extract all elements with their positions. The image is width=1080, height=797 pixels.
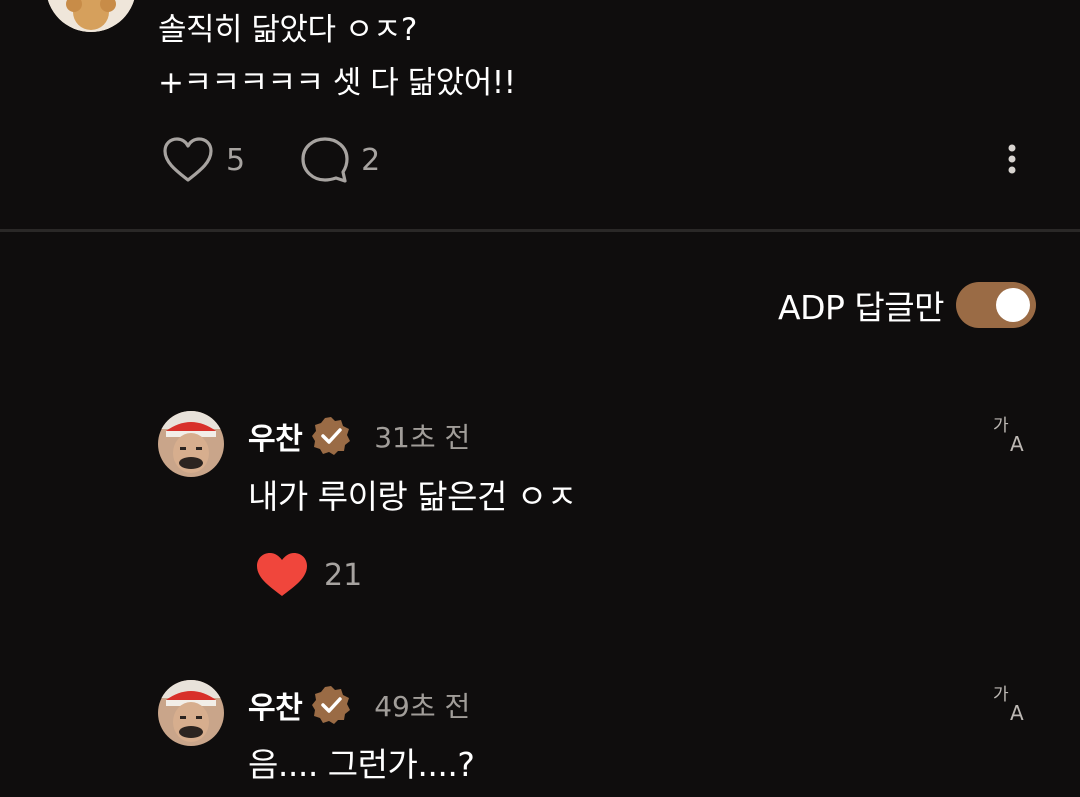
verified-badge-icon — [310, 684, 352, 726]
translate-button[interactable]: 가 A — [992, 414, 1032, 456]
more-vertical-icon — [1008, 144, 1016, 174]
post-like-count: 5 — [226, 142, 246, 178]
post-comment-count: 2 — [361, 142, 381, 178]
reply-author-avatar[interactable] — [158, 680, 224, 746]
translate-icon: 가 A — [993, 685, 1024, 725]
post-comment-button[interactable]: 2 — [299, 135, 380, 185]
filter-toggle[interactable] — [956, 282, 1036, 328]
reply-author-name[interactable]: 우찬 — [248, 414, 303, 458]
svg-text:가: 가 — [993, 416, 1009, 436]
more-options-button[interactable] — [996, 140, 1028, 180]
filter-label: ADP 답글만 — [778, 288, 944, 327]
post-text-line-2: +ㅋㅋㅋㅋㅋ 셋 다 닮았어!! — [158, 65, 516, 101]
reply-header: 우찬 49초 전 — [248, 683, 470, 727]
thread-page: 솔직히 닮았다 ㅇㅈ? +ㅋㅋㅋㅋㅋ 셋 다 닮았어!! 5 2 ADP 답글만 — [0, 0, 1080, 797]
reply-header: 우찬 31초 전 — [248, 414, 470, 458]
verified-badge-icon — [310, 415, 352, 457]
post-author-avatar[interactable] — [46, 0, 136, 32]
heart-outline-icon — [163, 137, 213, 182]
reply-filter: ADP 답글만 — [778, 280, 1036, 330]
reply-author-name[interactable]: 우찬 — [248, 683, 303, 727]
reply-text: 내가 루이랑 닮은건 ㅇㅈ — [248, 477, 577, 516]
svg-text:A: A — [1010, 701, 1024, 723]
reply-author-avatar[interactable] — [158, 411, 224, 477]
post-content: 솔직히 닮았다 ㅇㅈ? +ㅋㅋㅋㅋㅋ 셋 다 닮았어!! — [158, 4, 516, 110]
heart-filled-icon — [257, 553, 307, 596]
reply-timestamp: 49초 전 — [374, 690, 471, 723]
post-like-button[interactable]: 5 — [160, 135, 245, 185]
reply-text: 음.... 그런가....? — [248, 745, 475, 784]
post-text-line-1: 솔직히 닮았다 ㅇㅈ? — [158, 12, 417, 48]
reply-like-count: 21 — [324, 557, 363, 593]
post-action-bar: 5 2 — [160, 132, 380, 188]
translate-icon: 가 A — [993, 416, 1024, 456]
section-divider — [0, 229, 1080, 232]
reply-like-button[interactable]: 21 — [254, 550, 362, 600]
reply-timestamp: 31초 전 — [374, 421, 471, 454]
toggle-knob — [996, 288, 1030, 322]
svg-text:A: A — [1010, 432, 1024, 454]
comment-bubble-icon — [301, 137, 349, 183]
svg-text:가: 가 — [993, 685, 1009, 705]
translate-button[interactable]: 가 A — [992, 683, 1032, 725]
